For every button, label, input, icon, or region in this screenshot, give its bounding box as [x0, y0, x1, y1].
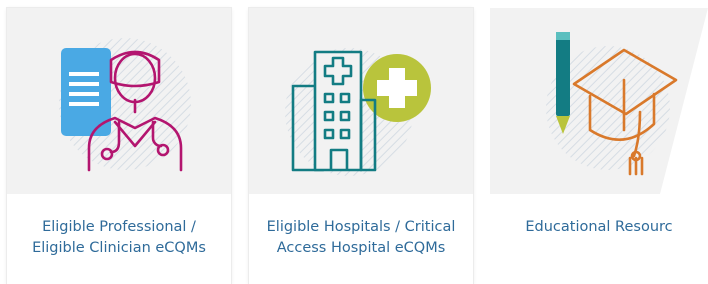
card-illustration	[7, 8, 231, 194]
doctor-clipboard-icon	[59, 38, 191, 172]
card-eligible-hospitals[interactable]: Eligible Hospitals / Critical Access Hos…	[249, 8, 473, 284]
card-title[interactable]: Educational Resourc	[500, 217, 698, 238]
card-educational-resources[interactable]: Educational Resourc	[490, 8, 708, 284]
card-eligible-professional[interactable]: Eligible Professional / Eligible Clinici…	[7, 8, 231, 284]
hospital-building-icon	[285, 48, 431, 176]
graduation-cap-pencil-icon	[490, 8, 708, 194]
card-title[interactable]: Eligible Professional / Eligible Clinici…	[17, 217, 221, 259]
card-illustration	[490, 8, 708, 194]
card-title[interactable]: Eligible Hospitals / Critical Access Hos…	[259, 217, 463, 259]
card-illustration	[249, 8, 473, 194]
